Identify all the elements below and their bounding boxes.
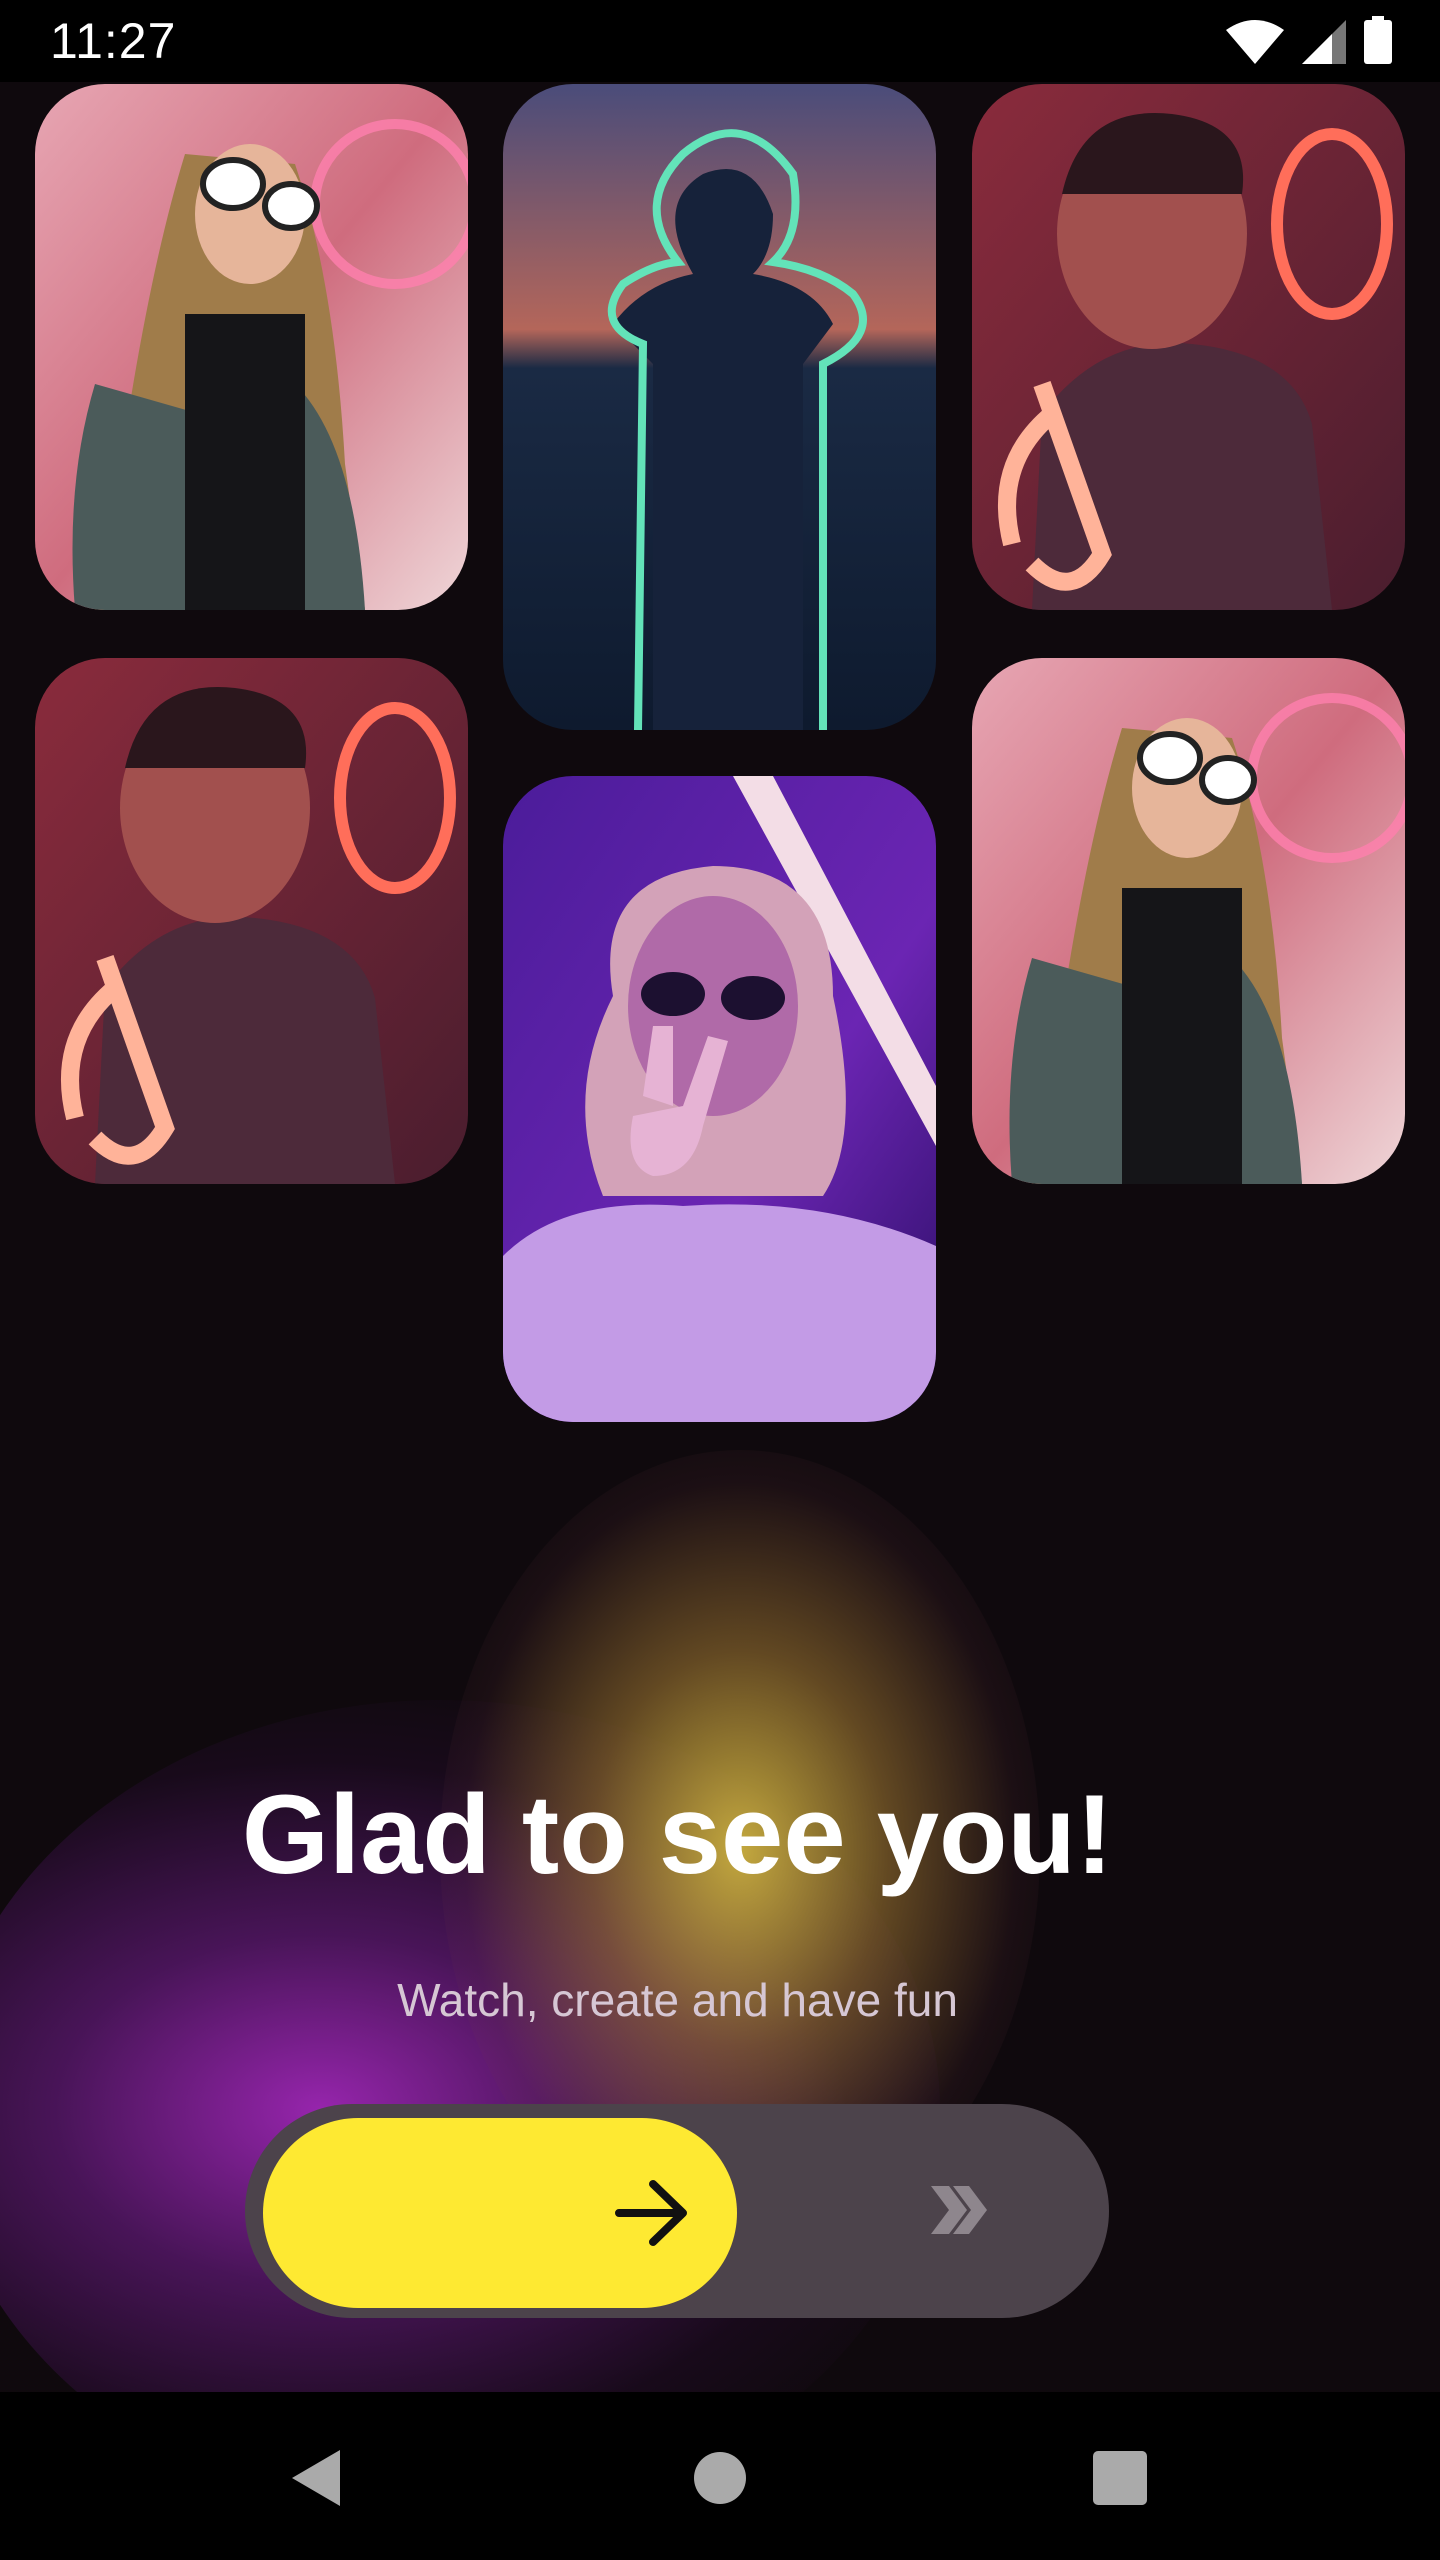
status-bar: 11:27 [0,0,1440,82]
back-icon[interactable] [288,2448,348,2508]
video-thumbnail[interactable] [35,658,468,1184]
double-chevron-right-icon [931,2186,987,2234]
photo-man-neon [972,84,1405,610]
photo-neon-silhouette [503,84,936,730]
photo-man-neon [35,658,468,1184]
photo-girl-sunglasses [972,658,1405,1184]
welcome-title: Glad to see you! [241,1772,1114,1897]
video-thumbnail[interactable] [503,776,936,1422]
video-thumbnail[interactable] [503,84,936,730]
battery-icon [1364,16,1392,64]
photo-woman-peace-sign [503,776,936,1422]
arrow-right-icon [615,2180,687,2246]
swipe-to-start-slider[interactable] [245,2104,1109,2318]
cell-signal-icon [1302,20,1346,64]
wifi-icon [1226,20,1284,64]
status-time: 11:27 [50,13,177,69]
video-thumbnail[interactable] [972,84,1405,610]
video-thumbnail[interactable] [35,84,468,610]
recents-icon[interactable] [1090,2448,1150,2508]
status-icons [1226,16,1392,64]
welcome-subtitle: Watch, create and have fun [397,1974,958,2026]
photo-girl-sunglasses [35,84,468,610]
home-icon[interactable] [690,2448,750,2508]
onboarding-screen: 11:27 Glad to see you! Watch, create and… [0,0,1440,2560]
video-thumbnail[interactable] [972,658,1405,1184]
system-nav-bar [0,2392,1440,2560]
slider-knob[interactable] [263,2118,737,2308]
